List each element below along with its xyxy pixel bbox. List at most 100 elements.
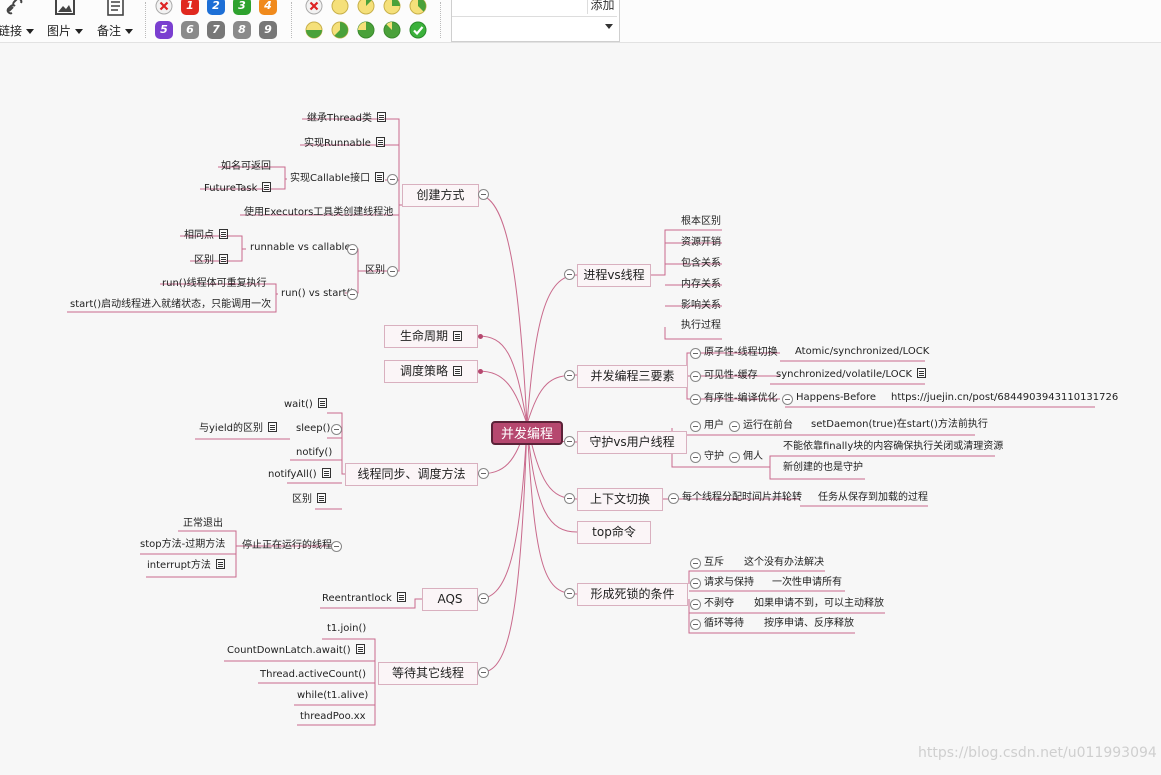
priority-1-icon[interactable]: 1 xyxy=(181,0,199,15)
image-button[interactable]: 图片 xyxy=(46,0,86,42)
collapse-toggle-icon[interactable] xyxy=(347,244,358,255)
root-node[interactable]: 并发编程 xyxy=(491,421,563,445)
leaf-node[interactable]: 资源开销 xyxy=(681,236,721,250)
note-icon[interactable] xyxy=(376,112,386,122)
leaf-node[interactable]: 新创建的也是守护 xyxy=(783,461,863,475)
node-aqs[interactable]: AQS xyxy=(422,588,478,611)
collapse-toggle-icon[interactable] xyxy=(729,452,740,463)
node-context-switch[interactable]: 上下文切换 xyxy=(577,488,663,511)
leaf-node[interactable]: 任务从保存到加载的过程 xyxy=(818,491,928,505)
leaf-node[interactable]: 实现Runnable xyxy=(304,137,385,151)
collapse-toggle-icon[interactable] xyxy=(690,558,701,569)
note-icon[interactable] xyxy=(219,229,228,239)
leaf-node[interactable]: 请求与保持 xyxy=(704,576,754,590)
note-icon[interactable] xyxy=(219,254,228,264)
leaf-node[interactable]: 有序性-编译优化 xyxy=(704,392,778,406)
leaf-node[interactable]: sleep() xyxy=(296,422,330,436)
leaf-node[interactable]: runnable vs callable xyxy=(250,241,351,255)
leaf-node[interactable]: Thread.activeCount() xyxy=(260,668,366,682)
resource-input[interactable] xyxy=(452,0,588,14)
collapse-toggle-icon[interactable] xyxy=(478,468,489,479)
node-process-vs-thread[interactable]: 进程vs线程 xyxy=(577,264,651,287)
leaf-node[interactable]: 区别 xyxy=(292,493,326,507)
leaf-node[interactable]: 区别 xyxy=(365,264,385,278)
priority-6-icon[interactable]: 6 xyxy=(181,21,199,39)
remove-progress-icon[interactable] xyxy=(305,0,323,15)
note-icon[interactable] xyxy=(375,172,385,182)
progress-1-4-icon[interactable] xyxy=(383,0,401,15)
leaf-node[interactable]: 这个没有办法解决 xyxy=(744,556,824,570)
collapse-toggle-icon[interactable] xyxy=(668,493,679,504)
progress-5-8-icon[interactable] xyxy=(331,21,349,39)
leaf-node[interactable]: Reentrantlock xyxy=(322,592,406,606)
node-create-methods[interactable]: 创建方式 xyxy=(402,184,479,207)
note-icon[interactable] xyxy=(267,422,277,432)
leaf-node[interactable]: run()线程体可重复执行 xyxy=(162,277,267,291)
collapse-toggle-icon[interactable] xyxy=(564,269,575,280)
node-deadlock-conditions[interactable]: 形成死锁的条件 xyxy=(577,583,688,606)
leaf-node[interactable]: wait() xyxy=(284,398,327,412)
collapse-toggle-icon[interactable] xyxy=(729,421,740,432)
leaf-node[interactable]: start()启动线程进入就绪状态，只能调用一次 xyxy=(70,298,271,312)
resource-select[interactable] xyxy=(452,16,617,37)
leaf-node[interactable]: 用户 xyxy=(704,419,724,433)
note-icon[interactable] xyxy=(317,493,326,503)
collapse-toggle-icon[interactable] xyxy=(690,348,701,359)
collapse-toggle-icon[interactable] xyxy=(690,452,701,463)
note-icon[interactable] xyxy=(321,468,331,478)
leaf-node[interactable]: 根本区别 xyxy=(681,215,721,229)
collapse-toggle-icon[interactable] xyxy=(690,599,701,610)
progress-3-4-icon[interactable] xyxy=(357,21,375,39)
collapse-toggle-icon[interactable] xyxy=(387,266,398,277)
leaf-node[interactable]: 继承Thread类 xyxy=(307,112,386,126)
collapse-toggle-icon[interactable] xyxy=(690,371,701,382)
node-daemon-vs-user[interactable]: 守护vs用户线程 xyxy=(577,431,687,454)
collapse-toggle-icon[interactable] xyxy=(564,493,575,504)
leaf-node[interactable]: Happens-Before xyxy=(796,391,876,405)
leaf-node[interactable]: threadPoo.xx xyxy=(300,710,366,724)
note-icon[interactable] xyxy=(262,182,272,192)
link-button[interactable]: 链接 xyxy=(0,0,36,42)
collapse-toggle-icon[interactable] xyxy=(564,588,575,599)
collapse-toggle-icon[interactable] xyxy=(478,667,489,678)
link-node[interactable]: https://juejin.cn/post/68449039431101317… xyxy=(891,391,1118,405)
leaf-node[interactable]: 按序申请、反序释放 xyxy=(764,617,854,631)
leaf-node[interactable]: 如名可返回 xyxy=(221,160,271,174)
collapse-toggle-icon[interactable] xyxy=(331,541,342,552)
leaf-node[interactable]: t1.join() xyxy=(327,622,366,636)
leaf-node[interactable]: stop方法-过期方法 xyxy=(140,538,225,552)
leaf-node[interactable]: synchronized/volatile/LOCK xyxy=(776,368,927,382)
leaf-node[interactable]: run() vs start() xyxy=(281,287,354,301)
leaf-node[interactable]: 佣人 xyxy=(743,450,763,464)
priority-3-icon[interactable]: 3 xyxy=(233,0,251,15)
note-icon[interactable] xyxy=(453,331,462,341)
leaf-node[interactable]: 可见性-缓存 xyxy=(704,369,758,383)
leaf-node[interactable]: interrupt方法 xyxy=(147,559,225,573)
leaf-node[interactable]: while(t1.alive) xyxy=(297,689,368,703)
leaf-node[interactable]: 原子性-线程切换 xyxy=(704,346,778,360)
leaf-node[interactable]: Atomic/synchronized/LOCK xyxy=(795,345,929,359)
leaf-node[interactable]: 正常退出 xyxy=(183,517,223,531)
progress-7-8-icon[interactable] xyxy=(383,21,401,39)
collapse-toggle-icon[interactable] xyxy=(564,436,575,447)
collapse-toggle-icon[interactable] xyxy=(690,619,701,630)
leaf-node[interactable]: 守护 xyxy=(704,450,724,464)
leaf-node[interactable]: setDaemon(true)在start()方法前执行 xyxy=(811,418,988,432)
collapse-toggle-icon[interactable] xyxy=(478,189,489,200)
node-thread-sync[interactable]: 线程同步、调度方法 xyxy=(345,463,478,486)
leaf-node[interactable]: notifyAll() xyxy=(268,468,331,482)
note-icon[interactable] xyxy=(215,559,225,569)
progress-3-8-icon[interactable] xyxy=(409,0,427,15)
note-button[interactable]: 备注 xyxy=(96,0,136,42)
priority-5-icon[interactable]: 5 xyxy=(155,21,173,39)
collapse-toggle-icon[interactable] xyxy=(478,593,489,604)
progress-1-2-icon[interactable] xyxy=(305,21,323,39)
note-icon[interactable] xyxy=(375,137,385,147)
priority-7-icon[interactable]: 7 xyxy=(207,21,225,39)
node-lifecycle[interactable]: 生命周期 xyxy=(384,325,478,348)
note-icon[interactable] xyxy=(453,366,462,376)
priority-4-icon[interactable]: 4 xyxy=(259,0,277,15)
collapse-toggle-icon[interactable] xyxy=(782,394,793,405)
leaf-node[interactable]: 互斥 xyxy=(704,556,724,570)
collapse-toggle-icon[interactable] xyxy=(564,370,575,381)
